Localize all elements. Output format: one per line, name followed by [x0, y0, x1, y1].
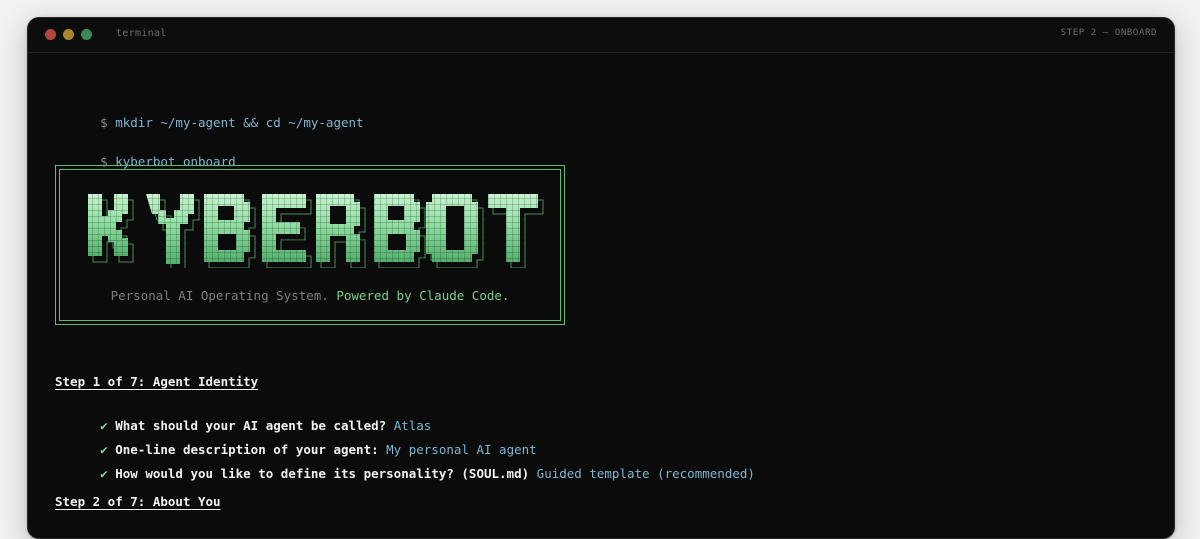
kyberbot-banner: Personal AI Operating System. Powered by…	[55, 165, 565, 325]
prompt-symbol: $	[100, 115, 108, 130]
minimize-window-button[interactable]	[63, 29, 74, 40]
step-heading: Step 1 of 7: Agent Identity	[55, 374, 259, 389]
tagline-highlight: Powered by Claude Code.	[336, 288, 510, 303]
question-text: How would you like to define its persona…	[115, 466, 530, 481]
checkmark-icon: ✔	[100, 466, 108, 481]
answer-text: Guided template (recommended)	[536, 466, 755, 481]
step-tag: STEP 2 — ONBOARD	[1060, 28, 1157, 38]
kyberbot-logo	[86, 192, 546, 268]
terminal-window: terminal STEP 2 — ONBOARD $ mkdir ~/my-a…	[27, 17, 1175, 539]
title-bar: terminal STEP 2 — ONBOARD	[28, 18, 1174, 53]
answered-question: ✔ How would you like to define its perso…	[55, 451, 755, 496]
banner-inner-border: Personal AI Operating System. Powered by…	[59, 169, 561, 321]
step-heading: Step 2 of 7: About You	[55, 494, 221, 509]
close-window-button[interactable]	[45, 29, 56, 40]
window-title: terminal	[116, 28, 167, 39]
tagline-plain: Personal AI Operating System.	[110, 288, 329, 303]
command-text: mkdir ~/my-agent && cd ~/my-agent	[115, 115, 364, 130]
banner-tagline: Personal AI Operating System. Powered by…	[60, 288, 560, 303]
maximize-window-button[interactable]	[81, 29, 92, 40]
